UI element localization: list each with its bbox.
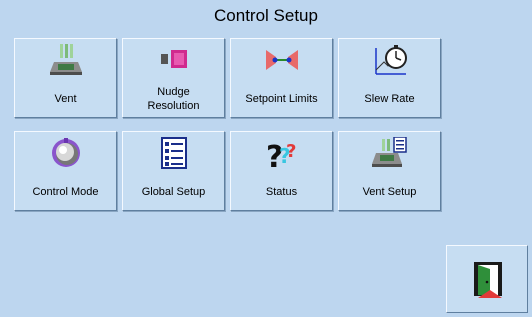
nudge-resolution-label: Nudge Resolution [147, 86, 200, 112]
global-setup-label: Global Setup [141, 186, 206, 198]
nudge-resolution-button[interactable]: Nudge Resolution [122, 38, 225, 118]
setpoint-limits-icon [265, 50, 298, 70]
svg-text:?: ? [286, 141, 296, 162]
vent-button[interactable]: Vent [14, 38, 117, 118]
setpoint-limits-label: Setpoint Limits [245, 93, 318, 105]
control-mode-knob-icon [51, 138, 80, 167]
slew-rate-button[interactable]: Slew Rate [338, 38, 441, 118]
slew-rate-icon [374, 45, 407, 75]
global-setup-button[interactable]: Global Setup [122, 131, 225, 211]
vent-label: Vent [54, 93, 77, 105]
control-mode-button[interactable]: Control Mode [14, 131, 117, 211]
page-title: Control Setup [214, 6, 318, 25]
question-marks-icon: ? ? ? [266, 140, 296, 169]
exit-button[interactable] [446, 245, 528, 313]
vent-setup-label: Vent Setup [362, 186, 417, 198]
status-label: Status [265, 186, 298, 198]
setpoint-limits-button[interactable]: Setpoint Limits [230, 38, 333, 118]
vent-icon [49, 44, 82, 75]
nudge-resolution-icon [160, 50, 187, 68]
status-button[interactable]: ? ? ? Status [230, 131, 333, 211]
exit-door-icon [474, 262, 502, 298]
control-mode-label: Control Mode [32, 186, 99, 198]
slew-rate-label: Slew Rate [364, 93, 415, 105]
vent-setup-button[interactable]: Vent Setup [338, 131, 441, 211]
vent-setup-icon [371, 137, 407, 167]
checklist-icon [160, 137, 187, 169]
